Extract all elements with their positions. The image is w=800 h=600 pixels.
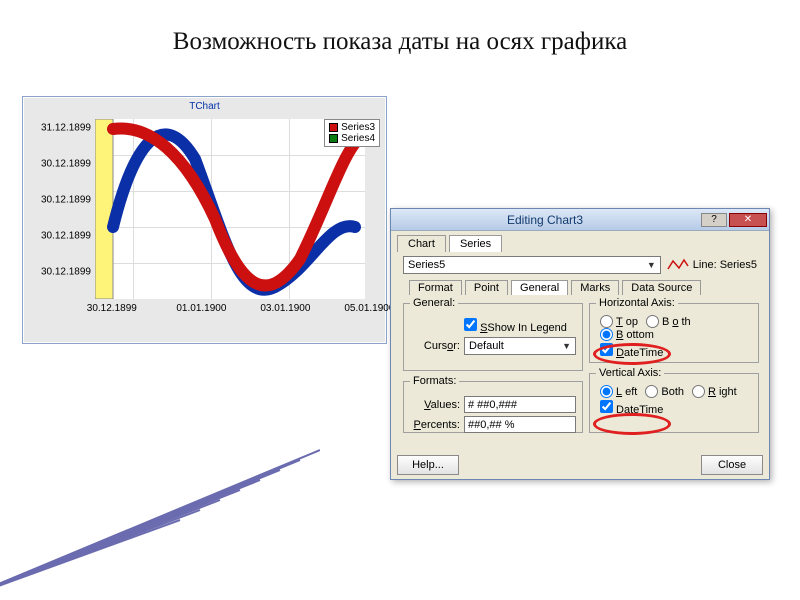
swatch-icon [329,123,338,132]
tab-chart[interactable]: Chart [397,235,446,252]
haxis-datetime-checkbox[interactable]: DateTime [600,347,663,359]
group-label: General: [410,297,458,309]
horizontal-axis-group: Horizontal Axis: Top Both Bottom DateTim… [589,297,759,363]
tab-series[interactable]: Series [449,235,502,252]
y-tick-label: 31.12.1899 [41,123,91,134]
x-tick-label: 01.01.1900 [176,303,226,314]
haxis-both-radio[interactable]: Both [646,315,691,328]
decorative-lines-icon [0,440,320,600]
formats-group: Formats: Values: # ##0,### Percents: ##0… [403,375,583,433]
dialog-titlebar[interactable]: Editing Chart3 ? ✕ [391,209,769,231]
main-tabs: Chart Series [391,231,769,252]
dropdown-value: Default [469,340,504,352]
haxis-top-radio[interactable]: Top [600,315,638,328]
dialog-button-bar: Help... Close [397,455,763,475]
dropdown-value: Series5 [408,259,445,271]
vaxis-right-radio[interactable]: Right [692,385,737,398]
editing-chart-dialog: Editing Chart3 ? ✕ Chart Series Series5 … [390,208,770,480]
y-tick-label: 30.12.1899 [41,159,91,170]
dialog-caption: Editing Chart3 [391,213,699,227]
subtab-datasource[interactable]: Data Source [622,280,701,295]
group-label: Horizontal Axis: [596,297,678,309]
cursor-label: Cursor: [410,340,460,352]
series-dropdown[interactable]: Series5 ▼ [403,256,661,274]
legend-item: Series4 [329,133,375,144]
y-tick-label: 30.12.1899 [41,231,91,242]
sub-tabs: Format Point General Marks Data Source [403,276,757,295]
x-axis-labels: 30.12.1899 01.01.1900 03.01.1900 05.01.1… [95,303,375,323]
swatch-icon [329,134,338,143]
percents-label: Percents: [410,419,460,431]
close-icon[interactable]: ✕ [729,213,767,227]
subtab-format[interactable]: Format [409,280,462,295]
vaxis-left-radio[interactable]: Left [600,385,637,398]
subtab-general[interactable]: General [511,280,568,295]
close-button[interactable]: Close [701,455,763,475]
x-tick-label: 03.01.1900 [260,303,310,314]
chart-panel: TChart 31.12.1899 30.12.1899 30.12.1899 … [22,96,387,344]
vaxis-datetime-checkbox[interactable]: DateTime [600,404,663,416]
haxis-bottom-radio[interactable]: Bottom [600,328,654,341]
general-group: General: SShow In Legend Cursor: Default… [403,297,583,371]
values-label: Values: [410,399,460,411]
legend-item: Series3 [329,122,375,133]
legend-label: Series4 [341,133,375,144]
help-button[interactable]: Help... [397,455,459,475]
chart-caption: TChart [23,97,386,112]
chevron-down-icon: ▼ [562,341,571,351]
general-panel: General: SShow In Legend Cursor: Default… [403,295,757,455]
legend-label: Series3 [341,122,375,133]
x-tick-label: 05.01.1900 [344,303,394,314]
series-line-icon: Line: Series5 [667,258,757,272]
x-tick-label: 30.12.1899 [87,303,137,314]
y-axis-labels: 31.12.1899 30.12.1899 30.12.1899 30.12.1… [27,119,91,299]
cursor-dropdown[interactable]: Default ▼ [464,337,576,355]
chart-legend: Series3 Series4 [324,119,380,147]
show-in-legend-checkbox[interactable]: SShow In Legend [464,318,567,334]
vertical-axis-group: Vertical Axis: Left Both Right DateTime [589,367,759,433]
tab-body: Series5 ▼ Line: Series5 Format Point Gen… [397,252,763,461]
vaxis-both-radio[interactable]: Both [645,385,684,398]
y-tick-label: 30.12.1899 [41,195,91,206]
percents-input[interactable]: ##0,## % [464,416,576,433]
series-line-label: Line: Series5 [693,259,757,271]
y-tick-label: 30.12.1899 [41,267,91,278]
subtab-point[interactable]: Point [465,280,508,295]
show-in-legend-label: Show In Legend [487,322,567,334]
help-titlebar-button[interactable]: ? [701,213,727,227]
group-label: Vertical Axis: [596,367,664,379]
group-label: Formats: [410,375,459,387]
subtab-marks[interactable]: Marks [571,280,619,295]
page-title: Возможность показа даты на осях графика [0,28,800,56]
chevron-down-icon: ▼ [647,260,656,270]
values-input[interactable]: # ##0,### [464,396,576,413]
